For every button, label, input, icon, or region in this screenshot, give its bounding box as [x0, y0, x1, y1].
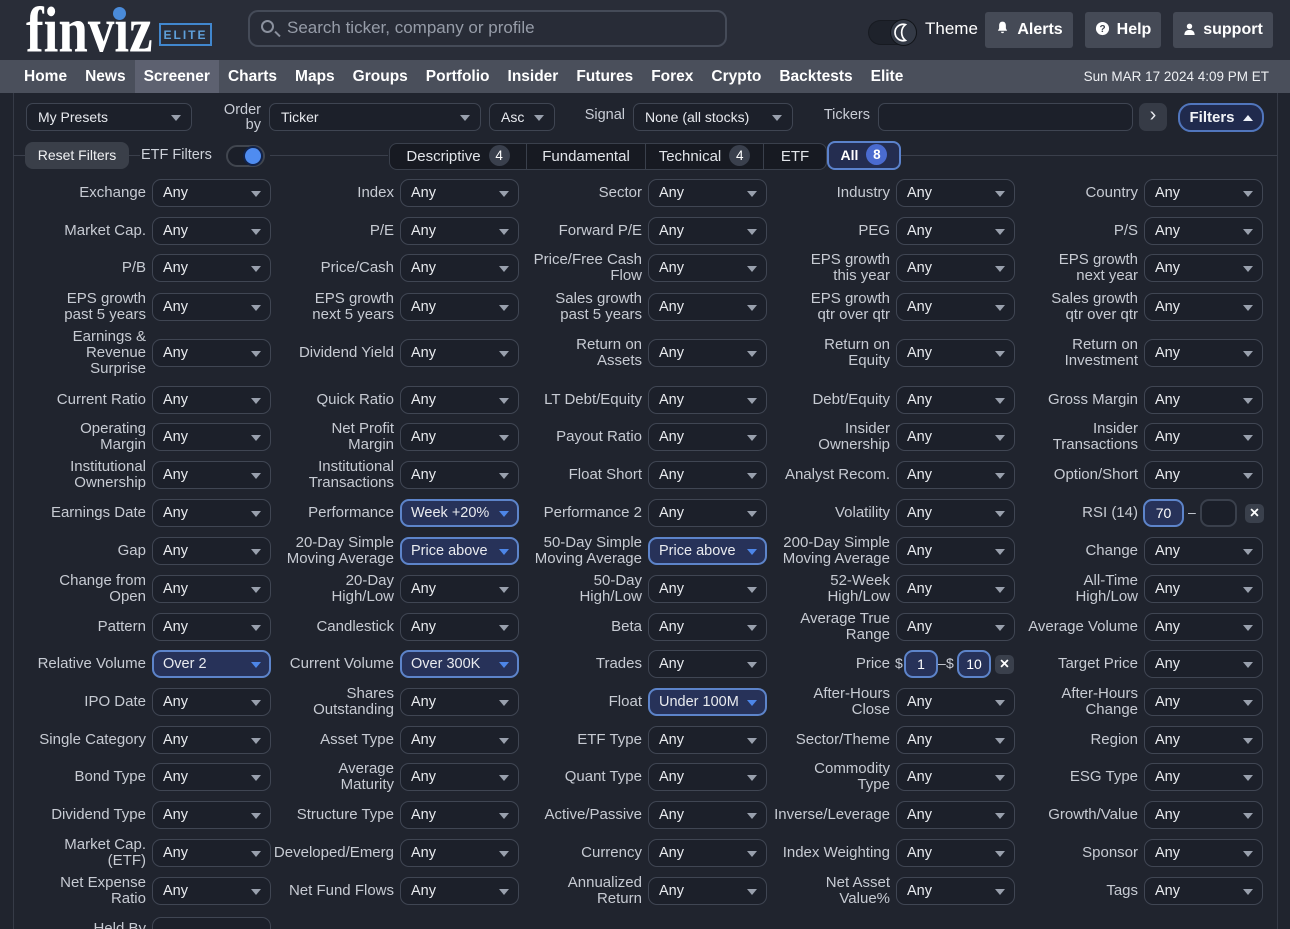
svg-text:?: ? — [1099, 24, 1105, 35]
